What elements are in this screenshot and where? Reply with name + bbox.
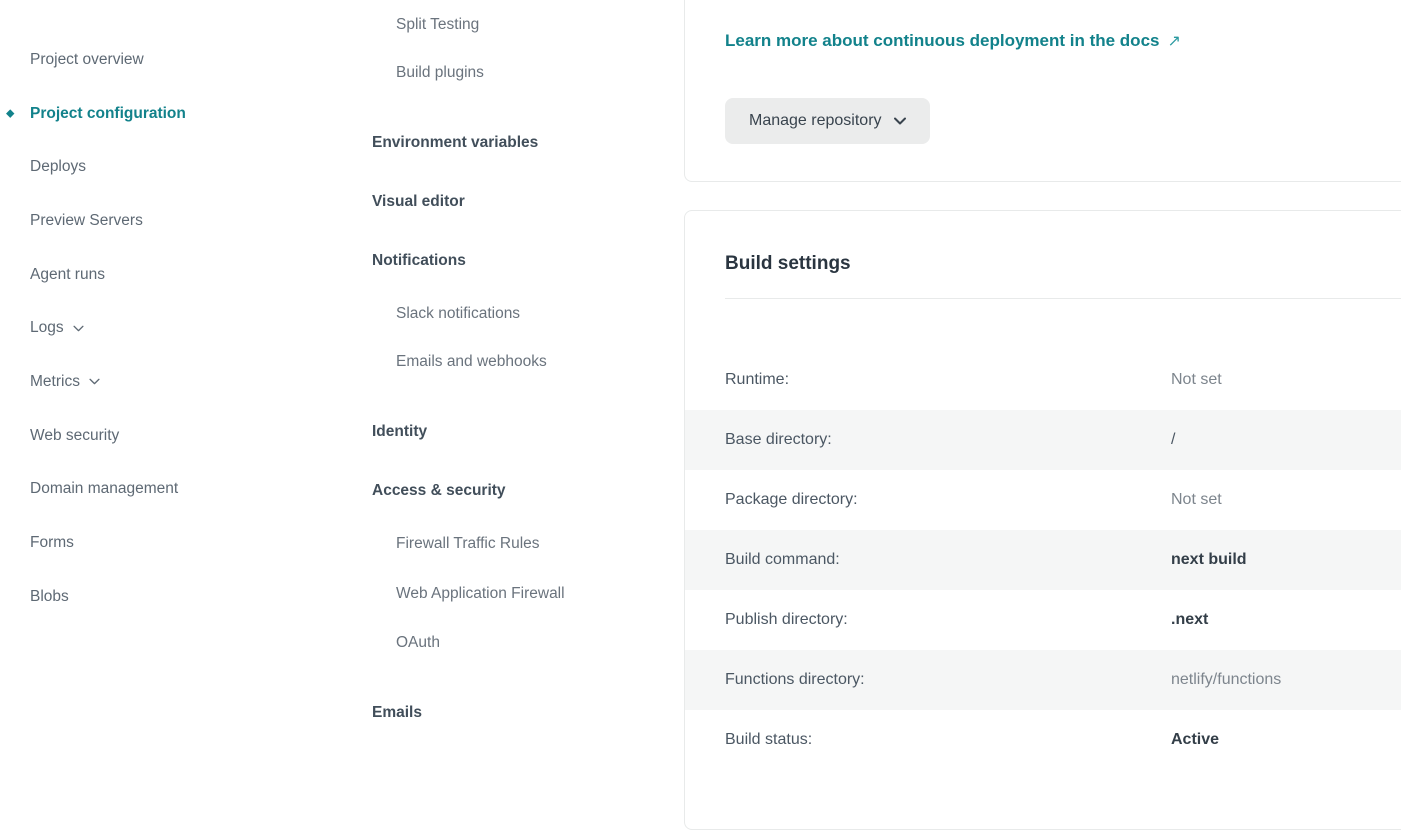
chevron-down-icon <box>73 325 84 332</box>
sidebar-item-label: Metrics <box>30 373 80 391</box>
sidebar-item-forms[interactable]: Forms <box>30 516 330 570</box>
sidebar-item-domain-management[interactable]: Domain management <box>30 463 330 517</box>
manage-repository-label: Manage repository <box>749 112 882 130</box>
divider <box>725 298 1401 299</box>
subnav-item-firewall-traffic-rules[interactable]: Firewall Traffic Rules <box>372 520 576 568</box>
subnav-item-access-and-security[interactable]: Access & security <box>372 461 576 520</box>
row-value: netlify/functions <box>1171 671 1401 689</box>
sidebar-item-logs[interactable]: Logs <box>30 301 330 355</box>
row-value: / <box>1171 431 1401 449</box>
row-value: Active <box>1171 731 1401 749</box>
subnav-item-split-testing[interactable]: Split Testing <box>372 1 576 49</box>
row-value: next build <box>1171 551 1401 569</box>
continuous-deployment-card: Learn more about continuous deployment i… <box>684 0 1401 182</box>
subnav-item-emails[interactable]: Emails <box>372 683 576 742</box>
table-row-runtime: Runtime: Not set <box>685 350 1401 410</box>
external-link-icon: ↗ <box>1167 30 1180 54</box>
row-label: Package directory: <box>725 491 1171 509</box>
sidebar-item-label: Project configuration <box>30 105 186 123</box>
row-label: Build command: <box>725 551 1171 569</box>
table-row-package-directory: Package directory: Not set <box>685 470 1401 530</box>
row-label: Publish directory: <box>725 611 1171 629</box>
sidebar-item-agent-runs[interactable]: Agent runs <box>30 248 330 302</box>
row-value: .next <box>1171 611 1401 629</box>
build-settings-table: Runtime: Not set Base directory: / Packa… <box>685 350 1401 770</box>
docs-link-label: Learn more about continuous deployment i… <box>725 29 1159 53</box>
row-label: Functions directory: <box>725 671 1171 689</box>
table-row-build-status: Build status: Active <box>685 710 1401 770</box>
subnav-item-slack-notifications[interactable]: Slack notifications <box>372 290 576 338</box>
row-label: Base directory: <box>725 431 1171 449</box>
subnav-item-oauth[interactable]: OAuth <box>372 619 576 667</box>
chevron-down-icon <box>89 378 100 385</box>
sidebar-item-preview-servers[interactable]: Preview Servers <box>30 194 330 248</box>
table-row-base-directory: Base directory: / <box>685 410 1401 470</box>
sidebar-item-metrics[interactable]: Metrics <box>30 355 330 409</box>
active-diamond-icon: ◆ <box>6 108 14 119</box>
configuration-subnav: Split Testing Build plugins Environment … <box>372 1 576 742</box>
row-value: Not set <box>1171 491 1401 509</box>
row-label: Runtime: <box>725 371 1171 389</box>
row-label: Build status: <box>725 731 1171 749</box>
sidebar-item-project-overview[interactable]: Project overview <box>30 33 330 87</box>
subnav-item-build-plugins[interactable]: Build plugins <box>372 49 576 97</box>
subnav-item-identity[interactable]: Identity <box>372 402 576 461</box>
build-settings-title: Build settings <box>685 251 1401 277</box>
table-row-build-command: Build command: next build <box>685 530 1401 590</box>
manage-repository-button[interactable]: Manage repository <box>725 98 930 144</box>
build-settings-card: Build settings Runtime: Not set Base dir… <box>684 210 1401 830</box>
subnav-item-notifications[interactable]: Notifications <box>372 231 576 290</box>
docs-link[interactable]: Learn more about continuous deployment i… <box>725 29 1181 54</box>
primary-sidebar: Project overview ◆ Project configuration… <box>30 33 330 624</box>
subnav-item-web-application-firewall[interactable]: Web Application Firewall <box>372 568 576 619</box>
sidebar-item-label: Logs <box>30 319 64 337</box>
sidebar-item-blobs[interactable]: Blobs <box>30 570 330 624</box>
sidebar-item-project-configuration[interactable]: ◆ Project configuration <box>30 87 330 141</box>
subnav-item-emails-and-webhooks[interactable]: Emails and webhooks <box>372 338 576 386</box>
sidebar-item-deploys[interactable]: Deploys <box>30 140 330 194</box>
chevron-down-icon <box>894 117 906 125</box>
row-value: Not set <box>1171 371 1401 389</box>
subnav-item-visual-editor[interactable]: Visual editor <box>372 172 576 231</box>
table-row-publish-directory: Publish directory: .next <box>685 590 1401 650</box>
sidebar-item-web-security[interactable]: Web security <box>30 409 330 463</box>
subnav-item-environment-variables[interactable]: Environment variables <box>372 113 576 172</box>
table-row-functions-directory: Functions directory: netlify/functions <box>685 650 1401 710</box>
